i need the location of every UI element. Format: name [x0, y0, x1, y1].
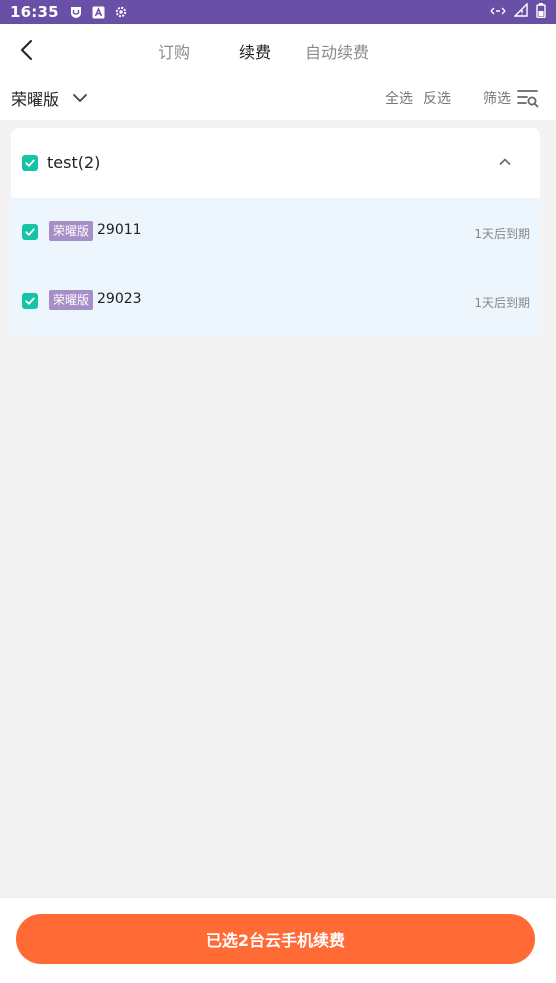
version-label: 荣曜版: [11, 90, 60, 109]
battery-icon: [536, 2, 546, 22]
tab-order[interactable]: 订购: [158, 39, 190, 63]
device-item[interactable]: 荣曜版 29023 1天后到期: [11, 267, 540, 336]
device-id: 29011: [97, 222, 142, 238]
top-nav: 订购 续费 自动续费: [0, 24, 556, 76]
version-badge: 荣曜版: [49, 221, 94, 241]
status-bar: 16:35: [0, 0, 556, 24]
chevron-down-icon: [73, 94, 88, 102]
device-id: 29023: [97, 291, 142, 307]
filter-bar: 荣曜版 全选 反选 筛选: [0, 76, 556, 120]
data-arrows-icon: [490, 3, 506, 21]
chevron-up-icon[interactable]: [495, 152, 515, 172]
device-item[interactable]: 荣曜版 29011 1天后到期: [11, 198, 540, 267]
check-icon: [25, 297, 35, 305]
shield-icon: [69, 5, 83, 19]
signal-icon: [513, 2, 528, 21]
status-time: 16:35: [10, 3, 59, 21]
group-header[interactable]: test(2): [11, 128, 540, 198]
renew-button[interactable]: 已选2台云手机续费: [16, 914, 535, 964]
tab-auto-renew[interactable]: 自动续费: [305, 39, 369, 63]
group-checkbox[interactable]: [22, 155, 38, 171]
back-arrow-icon[interactable]: [16, 38, 40, 62]
invert-selection-button[interactable]: 反选: [423, 88, 451, 108]
group-title: test(2): [47, 153, 101, 172]
device-checkbox[interactable]: [22, 293, 38, 309]
version-badge: 荣曜版: [49, 290, 94, 310]
select-all-button[interactable]: 全选: [385, 88, 413, 108]
device-checkbox[interactable]: [22, 224, 38, 240]
bottom-bar: 已选2台云手机续费: [0, 897, 556, 983]
filter-label: 筛选: [483, 91, 511, 107]
settings-icon: [114, 5, 128, 19]
version-dropdown[interactable]: 荣曜版: [11, 86, 89, 110]
check-icon: [25, 228, 35, 236]
tab-renew[interactable]: 续费: [239, 39, 271, 63]
filter-button[interactable]: 筛选: [483, 88, 539, 108]
check-icon: [25, 159, 35, 167]
expire-text: 1天后到期: [474, 296, 530, 310]
expire-text: 1天后到期: [474, 227, 530, 241]
a-icon: [92, 6, 105, 19]
device-group: test(2) 荣曜版 29011 1天后到期 荣曜版 29023 1天后到期: [11, 128, 540, 336]
filter-search-icon: [517, 90, 539, 108]
